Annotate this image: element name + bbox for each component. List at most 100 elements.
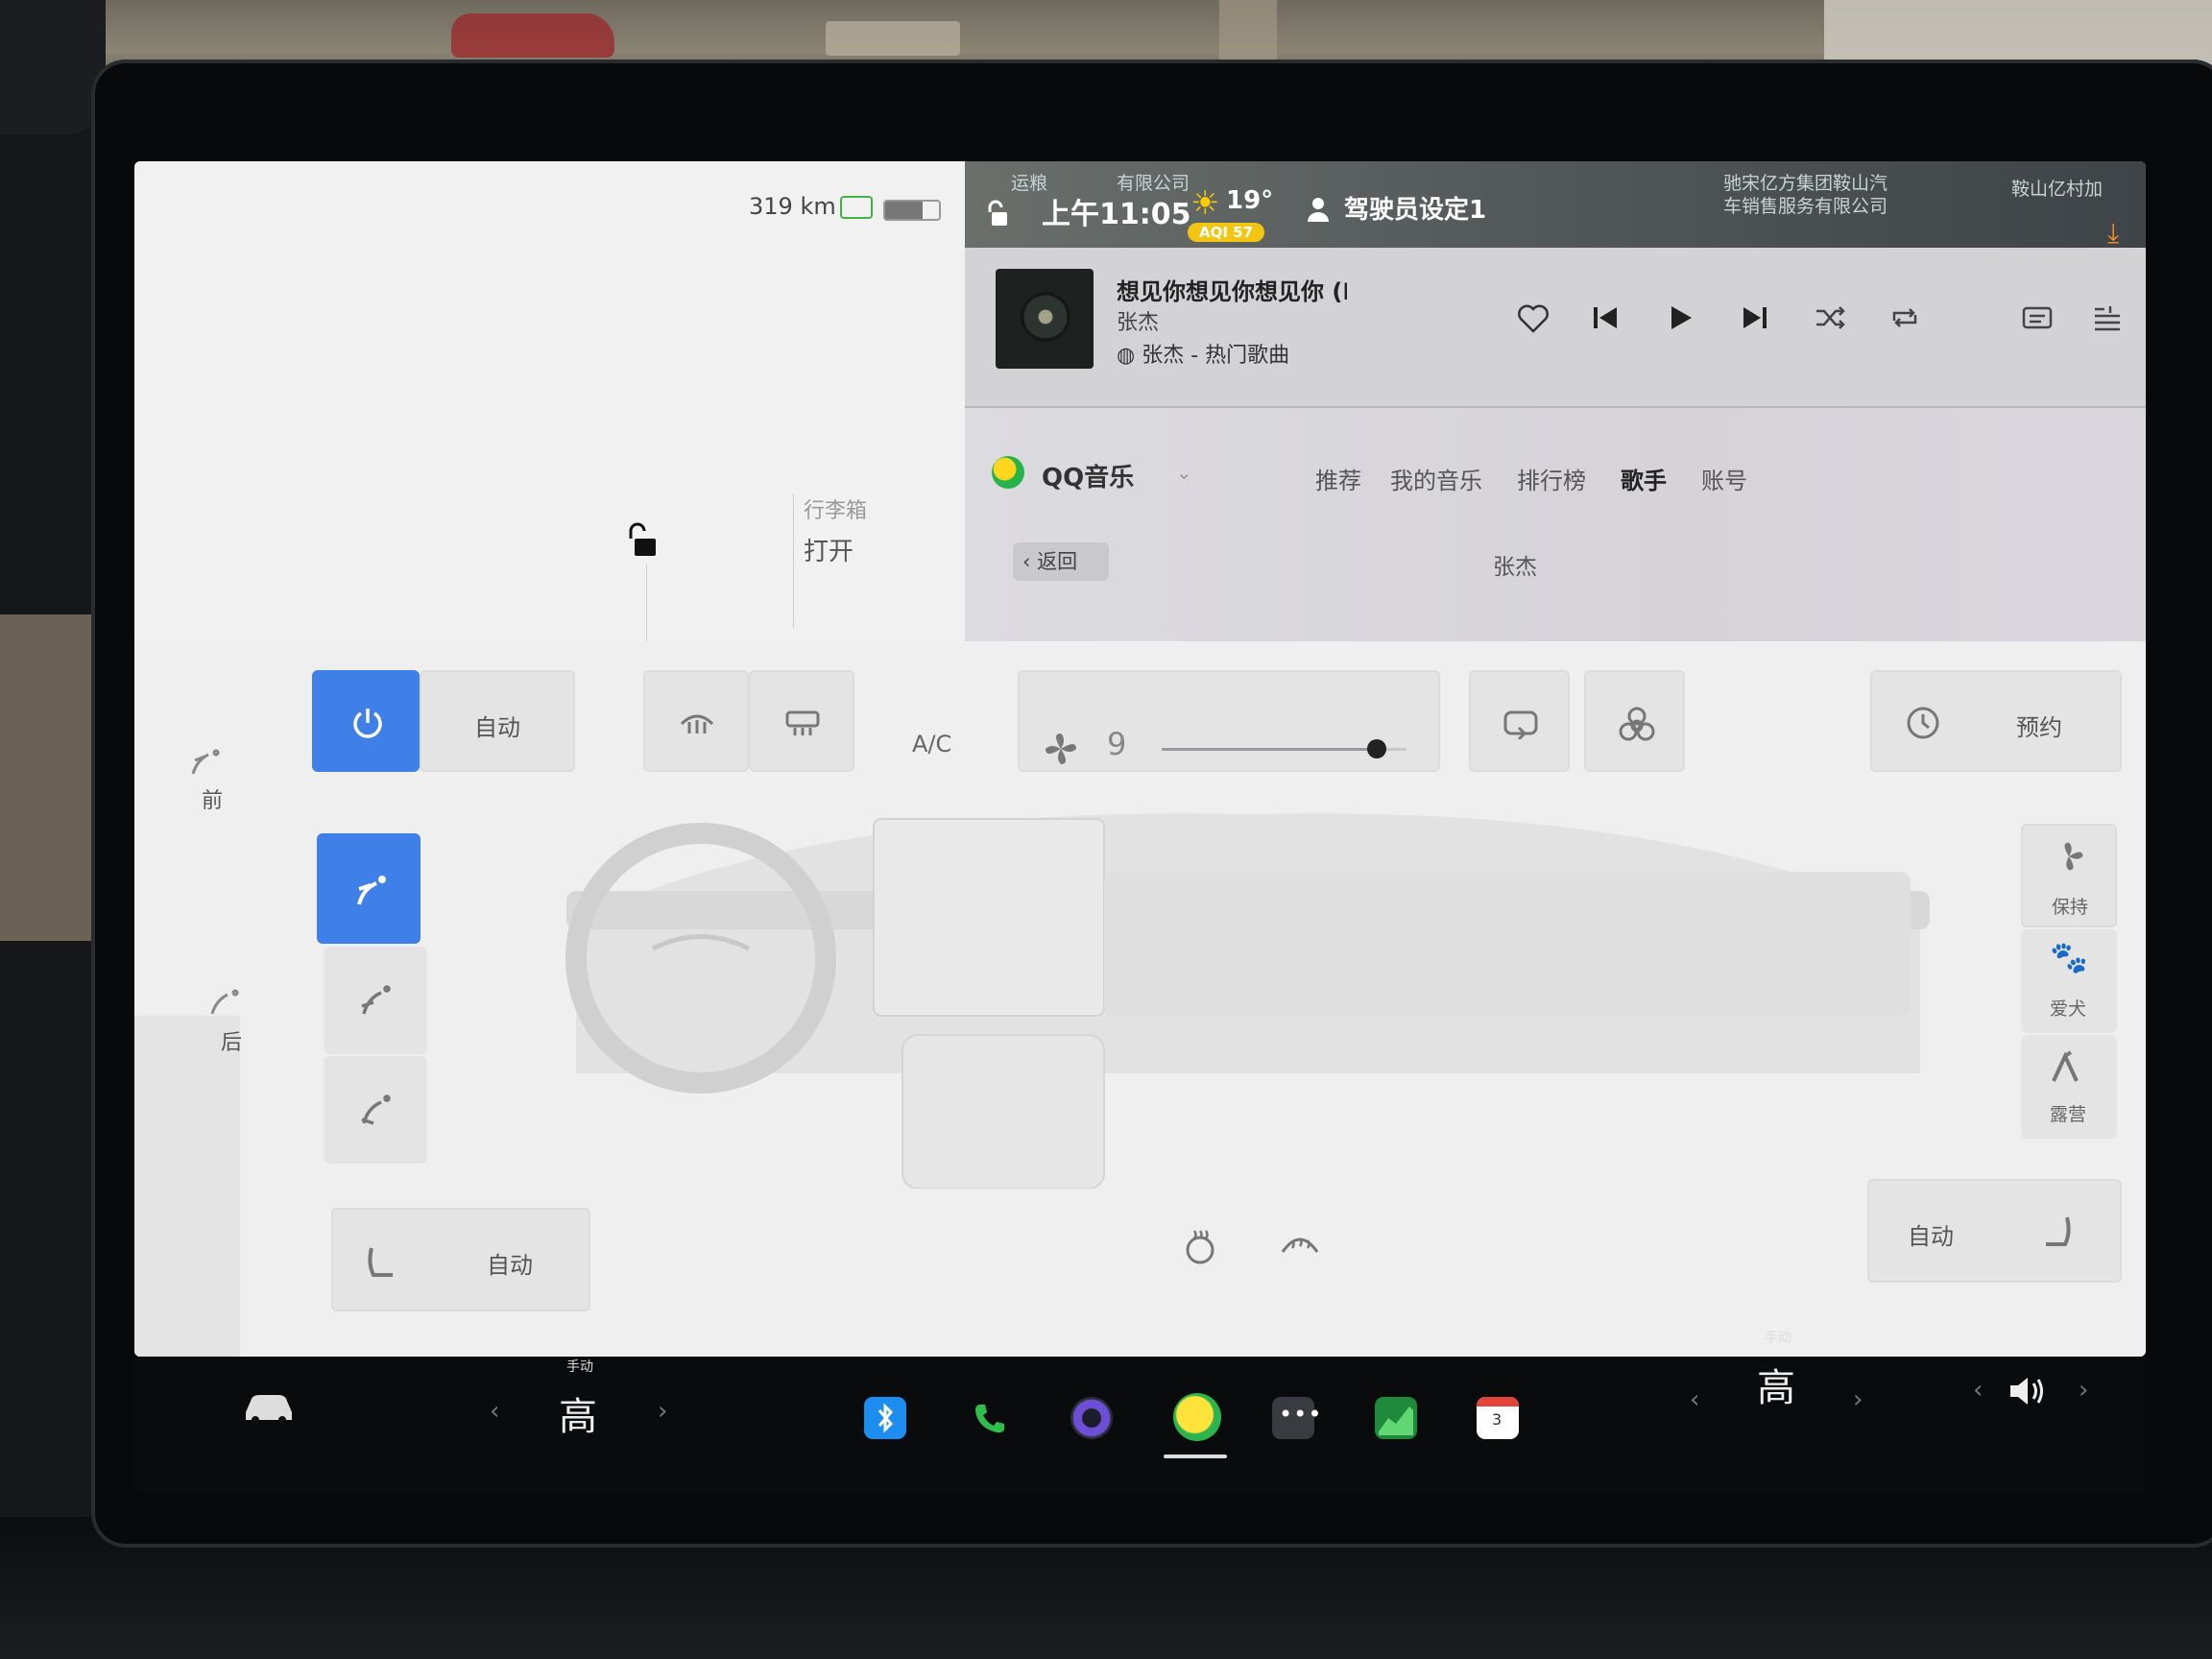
bioweapon-mode-button[interactable] xyxy=(1584,670,1685,772)
biohazard-icon xyxy=(1619,707,1655,741)
qq-music-icon[interactable] xyxy=(1173,1393,1221,1441)
volume-decrease-icon[interactable]: ‹ xyxy=(1973,1376,1983,1405)
download-icon[interactable]: ⤓ xyxy=(2107,217,2119,250)
back-label: 返回 xyxy=(1037,550,1078,573)
schedule-button[interactable]: 预约 xyxy=(1870,670,2122,772)
screen-mount xyxy=(0,0,106,134)
favorite-heart-icon[interactable] xyxy=(1517,303,1550,334)
trunk-control[interactable]: 行李箱 打开 xyxy=(793,493,867,628)
airflow-face-feet-button[interactable] xyxy=(324,947,427,1054)
previous-track-icon[interactable] xyxy=(1591,303,1620,332)
map-poi-label: 车销售服务有限公司 xyxy=(1723,196,1888,217)
camp-mode-button[interactable]: 露营 xyxy=(2021,1035,2117,1139)
phone-glyph xyxy=(975,1405,1004,1433)
lock-status-icon[interactable] xyxy=(984,200,1011,228)
map-poi-label: 鞍山亿村加 xyxy=(2011,179,2104,200)
fan-keep-icon xyxy=(2064,842,2083,871)
background-car xyxy=(451,13,614,58)
dog-mode-label: 爱犬 xyxy=(2050,998,2087,1020)
front-zone-label: 前 xyxy=(202,789,224,813)
qq-music-app-name[interactable]: QQ音乐 xyxy=(1042,458,1134,493)
left-seat-auto-label: 自动 xyxy=(487,1252,533,1279)
right-temp-increase-icon[interactable]: › xyxy=(1853,1385,1863,1414)
climate-auto-button[interactable]: 自动 xyxy=(420,670,575,772)
trunk-label: 行李箱 xyxy=(804,499,868,523)
battery-status-icon xyxy=(840,196,873,219)
airflow-face-button[interactable] xyxy=(317,833,421,944)
volume-increase-icon[interactable]: › xyxy=(2079,1376,2088,1405)
touchscreen: 319 km 行李箱 打开 运粮 有限公司 上午11:05 ☀ 19° AQI … xyxy=(134,161,2146,1357)
shuffle-icon[interactable] xyxy=(1815,303,1847,332)
volume-icon[interactable] xyxy=(2007,1374,2051,1408)
fan-speed-slider[interactable] xyxy=(1162,739,1407,758)
tab-account[interactable]: 账号 xyxy=(1701,462,1747,495)
song-source-text: 张杰 - 热门歌曲 xyxy=(1142,344,1290,368)
tab-my-music[interactable]: 我的音乐 xyxy=(1390,462,1482,495)
lyrics-icon[interactable] xyxy=(2021,303,2054,332)
right-seat-auto-label: 自动 xyxy=(1908,1223,1954,1250)
right-temp-mode: 手动 xyxy=(1765,1331,1791,1346)
recirculate-button[interactable] xyxy=(1469,670,1570,772)
chevron-left-icon: ‹ xyxy=(1022,550,1038,573)
left-temp-decrease-icon[interactable]: ‹ xyxy=(490,1397,499,1426)
right-temp-decrease-icon[interactable]: ‹ xyxy=(1690,1385,1699,1414)
album-cover[interactable] xyxy=(996,269,1094,369)
car-icon[interactable] xyxy=(240,1387,298,1426)
phone-icon[interactable] xyxy=(968,1397,1010,1439)
outside-temperature: 19° xyxy=(1226,186,1274,215)
climate-power-button[interactable] xyxy=(312,670,420,772)
camera-icon[interactable] xyxy=(1070,1397,1113,1439)
right-seat-heater-button[interactable]: 自动 xyxy=(1867,1179,2122,1283)
more-apps-icon[interactable]: ••• xyxy=(1272,1397,1321,1439)
paw-icon: 🐾 xyxy=(2050,939,2088,975)
globe-icon: ◍ xyxy=(1117,344,1142,368)
wiper-defrost-icon[interactable] xyxy=(1279,1223,1321,1262)
bluetooth-icon[interactable] xyxy=(864,1397,906,1439)
battery-indicator xyxy=(883,200,941,221)
right-temp-value[interactable]: 高 xyxy=(1757,1357,1795,1412)
keep-climate-on-button[interactable]: 保持 xyxy=(2021,824,2117,927)
repeat-icon[interactable] xyxy=(1888,303,1921,332)
album-disc xyxy=(1021,292,1070,342)
dog-mode-button[interactable]: 🐾 爱犬 xyxy=(2021,929,2117,1033)
driver-profile-icon[interactable] xyxy=(1306,196,1331,223)
vehicle-outline-line xyxy=(646,565,647,641)
steering-wheel-heat-icon[interactable] xyxy=(1181,1227,1219,1265)
left-temp-value[interactable]: 高 xyxy=(559,1385,597,1441)
playlist-icon[interactable] xyxy=(2091,303,2124,332)
front-defrost-button[interactable] xyxy=(643,670,749,772)
rear-defrost-button[interactable] xyxy=(749,670,854,772)
airflow-feet-button[interactable] xyxy=(324,1056,427,1164)
aqi-badge: AQI 57 xyxy=(1188,223,1265,242)
fan-speed-value: 9 xyxy=(1107,726,1127,762)
calendar-header xyxy=(1477,1397,1519,1407)
graph-glyph xyxy=(1379,1407,1413,1435)
tent-icon xyxy=(2052,1050,2079,1082)
left-temp-increase-icon[interactable]: › xyxy=(658,1397,667,1426)
qq-music-logo-icon xyxy=(992,456,1024,489)
left-seat-heater-button[interactable]: 自动 xyxy=(331,1208,590,1311)
song-source: ◍ 张杰 - 热门歌曲 xyxy=(1117,338,1289,369)
dock: ‹ 手动 高 › ••• 3 ‹ 手动 高 › ‹ › xyxy=(134,1331,2146,1491)
vehicle-panel: 319 km 行李箱 打开 xyxy=(134,161,965,641)
map-poi-label: 驰宋亿方集团鞍山汽 xyxy=(1723,173,1888,194)
active-app-indicator xyxy=(1164,1455,1227,1458)
ac-label[interactable]: A/C xyxy=(912,731,951,757)
unlock-icon[interactable] xyxy=(629,521,663,560)
airflow-feet-icon xyxy=(361,1094,391,1125)
tab-singers[interactable]: 歌手 xyxy=(1621,462,1667,495)
airflow-face-icon xyxy=(357,876,386,905)
calendar-icon[interactable]: 3 xyxy=(1477,1397,1519,1439)
energy-graph-icon[interactable] xyxy=(1375,1397,1417,1439)
play-icon[interactable] xyxy=(1666,303,1695,332)
tab-charts[interactable]: 排行榜 xyxy=(1517,462,1586,495)
rear-zone-strip xyxy=(134,1016,240,1357)
trunk-open-button[interactable]: 打开 xyxy=(804,532,867,567)
back-button[interactable]: ‹ 返回 xyxy=(1013,542,1109,581)
ellipsis-glyph: ••• xyxy=(1279,1401,1323,1428)
song-artist: 张杰 xyxy=(1117,311,1160,335)
chevron-down-icon[interactable]: ⌄ xyxy=(1176,461,1192,484)
tab-recommend[interactable]: 推荐 xyxy=(1315,462,1361,495)
driver-profile-button[interactable]: 驾驶员设定1 xyxy=(1344,190,1486,226)
next-track-icon[interactable] xyxy=(1741,303,1769,332)
